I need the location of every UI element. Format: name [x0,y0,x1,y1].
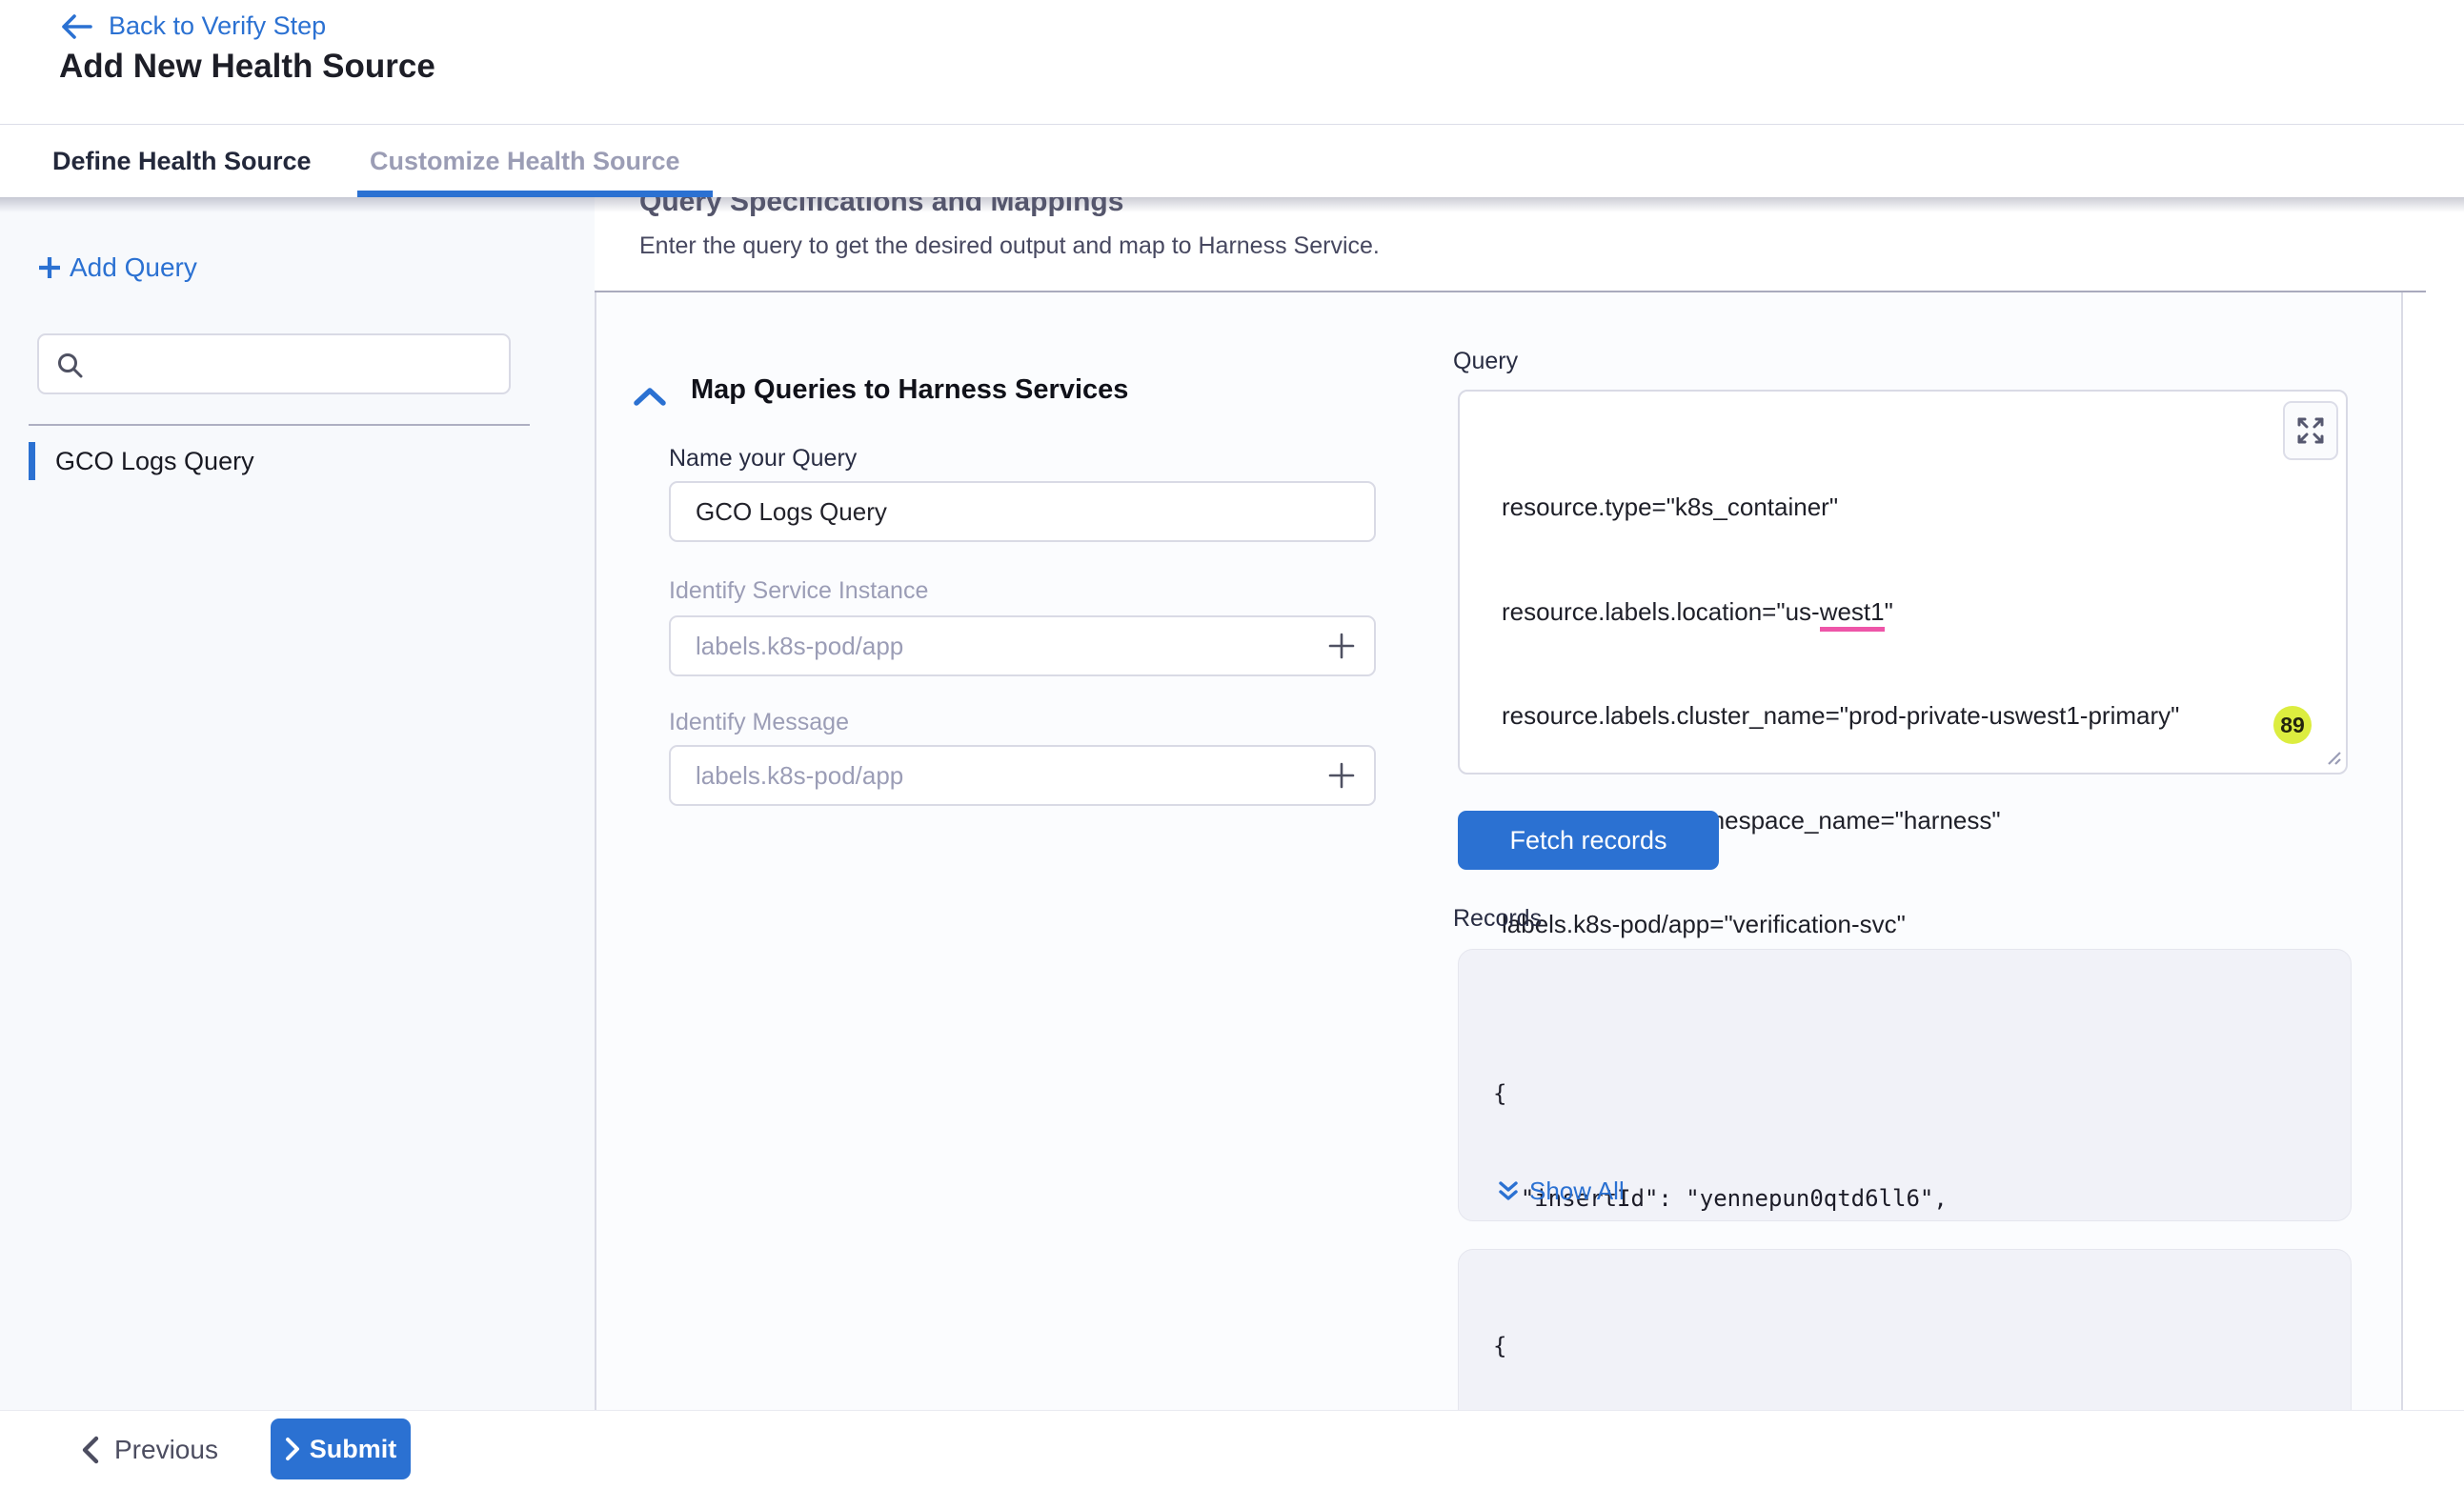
record-json-line: { [1493,1077,2306,1112]
query-item-label: GCO Logs Query [55,447,254,476]
add-service-instance-button[interactable] [1324,629,1359,663]
submit-button[interactable]: Submit [271,1419,411,1479]
main-panel: Query Specifications and Mappings Enter … [595,197,2464,1410]
collapse-section-button[interactable] [631,384,673,416]
show-all-link[interactable]: Show All [1497,1177,1625,1206]
identify-service-instance-label: Identify Service Instance [669,577,928,605]
footer-bar: Previous Submit [0,1410,2464,1488]
active-tab-underline [357,191,713,197]
records-list[interactable]: { "insertId": "yennepun0qtd6ll6", "jsonP… [1458,949,2352,1410]
query-mapping-card: Map Queries to Harness Services Name you… [595,292,2403,1410]
query-search-box [37,333,511,394]
content-area: Add Query GCO Logs Query Query Specifica… [0,197,2464,1410]
identify-message-label: Identify Message [669,709,849,736]
tab-bar: Define Health Source Customize Health So… [0,125,2464,197]
sidebar-divider [29,424,530,426]
query-line: resource.type="k8s_container" [1502,490,2179,525]
char-count-badge: 89 [2273,706,2312,744]
page-title: Add New Health Source [59,48,435,86]
add-query-button[interactable]: Add Query [35,252,197,283]
section-heading: Query Specifications and Mappings [639,197,1123,218]
back-link-label: Back to Verify Step [109,11,326,41]
query-textarea[interactable]: resource.type="k8s_container" resource.l… [1458,390,2348,775]
search-input[interactable] [98,335,498,392]
spellcheck-underline: west1 [1820,597,1885,632]
plus-icon [35,253,64,282]
section-header: Query Specifications and Mappings Enter … [595,197,2426,292]
record-json-line: { [1493,1329,2306,1364]
chevron-left-icon [81,1436,100,1464]
expand-query-button[interactable] [2283,401,2338,460]
service-instance-field [669,615,1376,676]
header: Back to Verify Step Add New Health Sourc… [0,0,2464,125]
chevron-up-icon [631,384,669,411]
record-json: { "insertId": "r6rk2tnah3owf5eh", "jsonP… [1493,1259,2306,1410]
tab-customize-health-source[interactable]: Customize Health Source [370,125,680,197]
record-card: { "insertId": "yennepun0qtd6ll6", "jsonP… [1458,949,2352,1221]
name-your-query-label: Name your Query [669,445,857,473]
back-arrow-icon [59,12,93,41]
submit-label: Submit [310,1435,397,1464]
plus-icon [1325,759,1358,792]
tab-define-health-source[interactable]: Define Health Source [52,125,312,197]
query-line: labels.k8s-pod/app="verification-svc" [1502,907,2179,942]
identify-message-field [669,745,1376,806]
section-subheading: Enter the query to get the desired outpu… [639,232,1380,260]
double-chevron-down-icon [1497,1179,1520,1204]
add-message-button[interactable] [1324,758,1359,793]
record-card: { "insertId": "r6rk2tnah3owf5eh", "jsonP… [1458,1249,2352,1410]
chevron-right-icon [285,1437,300,1461]
query-line: resource.labels.cluster_name="prod-priva… [1502,698,2179,734]
query-label: Query [1453,348,1518,375]
search-icon [55,351,86,381]
fetch-records-label: Fetch records [1509,826,1666,855]
query-name-input[interactable] [669,481,1376,542]
query-text: resource.type="k8s_container" resource.l… [1502,420,2179,1012]
sidebar-item-gco-logs-query[interactable]: GCO Logs Query [29,440,254,482]
query-line: resource.labels.location="us-west1" [1502,594,2179,630]
previous-button[interactable]: Previous [81,1411,218,1489]
add-query-label: Add Query [70,252,197,283]
fetch-records-button[interactable]: Fetch records [1458,811,1719,870]
query-sidebar: Add Query GCO Logs Query [0,197,595,1410]
selected-query-indicator [29,442,35,480]
identify-message-input[interactable] [669,745,1376,806]
expand-icon [2296,416,2325,445]
show-all-label: Show All [1529,1177,1625,1206]
previous-label: Previous [114,1435,218,1465]
service-instance-input[interactable] [669,615,1376,676]
resize-handle[interactable] [2321,745,2342,771]
plus-icon [1325,630,1358,662]
records-label: Records [1453,905,1542,933]
back-to-verify-link[interactable]: Back to Verify Step [59,11,326,41]
map-queries-title: Map Queries to Harness Services [691,374,1128,406]
